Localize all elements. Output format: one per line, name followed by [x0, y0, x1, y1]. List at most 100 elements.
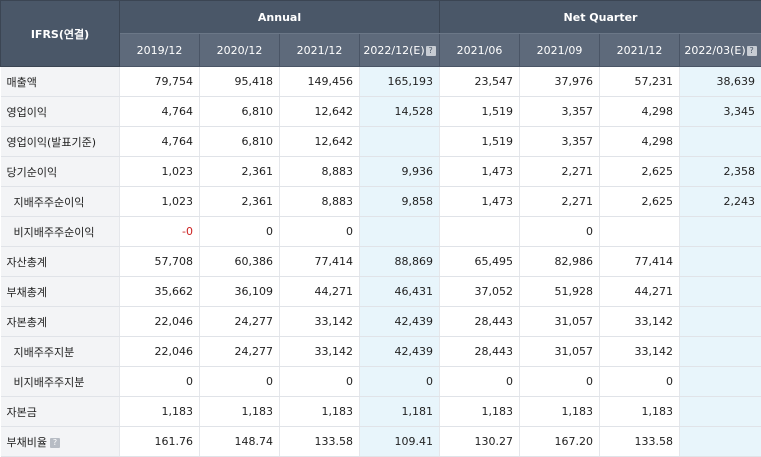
- value-cell: 1,183: [520, 397, 600, 427]
- row-label: 자본총계: [1, 307, 120, 337]
- value-cell: [680, 277, 761, 307]
- row-label: 매출액: [1, 67, 120, 97]
- value-cell: 149,456: [280, 67, 360, 97]
- value-cell: [360, 127, 440, 157]
- value-cell: 2,361: [200, 157, 280, 187]
- value-cell: 77,414: [600, 247, 680, 277]
- value-cell: 130.27: [440, 427, 520, 457]
- value-cell: 6,810: [200, 127, 280, 157]
- row-label: 영업이익: [1, 97, 120, 127]
- value-cell: 57,231: [600, 67, 680, 97]
- annual-group-header: Annual: [120, 1, 440, 34]
- row-label: 부채총계: [1, 277, 120, 307]
- value-cell: 33,142: [600, 337, 680, 367]
- value-cell: 37,052: [440, 277, 520, 307]
- value-cell: 4,764: [120, 97, 200, 127]
- value-cell: 161.76: [120, 427, 200, 457]
- value-cell: 0: [200, 217, 280, 247]
- value-cell: 35,662: [120, 277, 200, 307]
- row-label-text: 부채총계: [7, 286, 47, 299]
- value-cell: 1,473: [440, 157, 520, 187]
- value-cell: 33,142: [280, 337, 360, 367]
- value-cell: 2,243: [680, 187, 761, 217]
- value-cell: [680, 397, 761, 427]
- value-cell: 88,869: [360, 247, 440, 277]
- value-cell: 1,023: [120, 187, 200, 217]
- value-cell: 0: [200, 367, 280, 397]
- value-cell: [680, 427, 761, 457]
- value-cell: 24,277: [200, 307, 280, 337]
- value-cell: 1,473: [440, 187, 520, 217]
- value-cell: [680, 307, 761, 337]
- help-icon[interactable]: ?: [747, 46, 757, 56]
- value-cell: 3,345: [680, 97, 761, 127]
- row-label-text: 영업이익: [7, 106, 47, 119]
- value-cell: 46,431: [360, 277, 440, 307]
- value-cell: 133.58: [280, 427, 360, 457]
- table-row: 부채비율?161.76148.74133.58109.41130.27167.2…: [1, 427, 761, 457]
- value-cell: 31,057: [520, 307, 600, 337]
- table-row: 비지배주주순이익-0000: [1, 217, 761, 247]
- row-label: 부채비율?: [1, 427, 120, 457]
- period-header: 2021/12: [600, 34, 680, 67]
- value-cell: 2,625: [600, 157, 680, 187]
- value-cell: 1,181: [360, 397, 440, 427]
- table-row: 매출액79,75495,418149,456165,19323,54737,97…: [1, 67, 761, 97]
- value-cell: 82,986: [520, 247, 600, 277]
- value-cell: 42,439: [360, 337, 440, 367]
- value-cell: 37,976: [520, 67, 600, 97]
- value-cell: 22,046: [120, 307, 200, 337]
- value-cell: [680, 367, 761, 397]
- value-cell: 79,754: [120, 67, 200, 97]
- row-label-text: 비지배주주순이익: [14, 226, 95, 239]
- period-header: 2019/12: [120, 34, 200, 67]
- value-cell: 33,142: [280, 307, 360, 337]
- value-cell: 0: [520, 367, 600, 397]
- value-cell: 12,642: [280, 127, 360, 157]
- value-cell: 6,810: [200, 97, 280, 127]
- value-cell: 4,764: [120, 127, 200, 157]
- value-cell: 0: [120, 367, 200, 397]
- value-cell: 42,439: [360, 307, 440, 337]
- table-row: 지배주주순이익1,0232,3618,8839,8581,4732,2712,6…: [1, 187, 761, 217]
- row-label: 당기순이익: [1, 157, 120, 187]
- value-cell: 148.74: [200, 427, 280, 457]
- value-cell: 0: [280, 217, 360, 247]
- value-cell: [680, 217, 761, 247]
- table-row: 자본금1,1831,1831,1831,1811,1831,1831,183: [1, 397, 761, 427]
- row-label: 자산총계: [1, 247, 120, 277]
- net-quarter-group-header: Net Quarter: [440, 1, 761, 34]
- value-cell: 77,414: [280, 247, 360, 277]
- accounting-standard-header: IFRS(연결): [1, 1, 120, 67]
- table-row: 지배주주지분22,04624,27733,14242,43928,44331,0…: [1, 337, 761, 367]
- table-row: 비지배주주지분0000000: [1, 367, 761, 397]
- value-cell: [440, 217, 520, 247]
- value-cell: 0: [440, 367, 520, 397]
- value-cell: 9,858: [360, 187, 440, 217]
- row-label-text: 자본총계: [7, 316, 47, 329]
- row-label-text: 부채비율: [7, 436, 47, 449]
- table-row: 영업이익(발표기준)4,7646,81012,6421,5193,3574,29…: [1, 127, 761, 157]
- value-cell: 1,183: [440, 397, 520, 427]
- row-label: 비지배주주순이익: [1, 217, 120, 247]
- value-cell: 22,046: [120, 337, 200, 367]
- period-header: 2020/12: [200, 34, 280, 67]
- value-cell: 24,277: [200, 337, 280, 367]
- table-row: 부채총계35,66236,10944,27146,43137,05251,928…: [1, 277, 761, 307]
- value-cell: 133.58: [600, 427, 680, 457]
- value-cell: 1,183: [280, 397, 360, 427]
- value-cell: -0: [120, 217, 200, 247]
- help-icon[interactable]: ?: [50, 438, 60, 448]
- row-label-text: 자산총계: [7, 256, 47, 269]
- help-icon[interactable]: ?: [426, 46, 436, 56]
- value-cell: 14,528: [360, 97, 440, 127]
- value-cell: 4,298: [600, 97, 680, 127]
- value-cell: 0: [600, 367, 680, 397]
- row-label-text: 매출액: [7, 76, 37, 89]
- row-label-text: 당기순이익: [7, 166, 58, 179]
- value-cell: [680, 337, 761, 367]
- financial-summary-table: IFRS(연결) Annual Net Quarter 2019/12 2020…: [0, 0, 761, 457]
- row-label-text: 지배주주순이익: [14, 196, 85, 209]
- value-cell: 28,443: [440, 337, 520, 367]
- value-cell: 0: [280, 367, 360, 397]
